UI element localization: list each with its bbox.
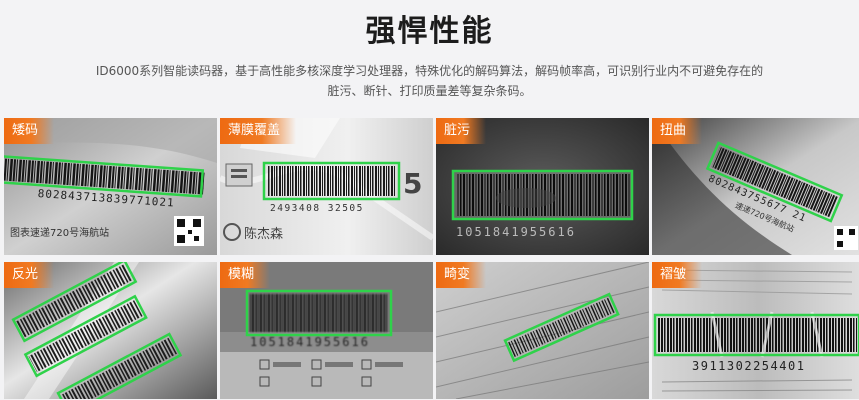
sample-card-wrinkled[interactable]: 3911302254401 褶皱 xyxy=(652,262,859,399)
card-label: 脏污 xyxy=(436,118,487,144)
section-title: 强悍性能 xyxy=(365,14,494,49)
card-label: 反光 xyxy=(4,262,55,288)
barcode-number: 1051841955616 xyxy=(456,225,576,239)
sample-card-distorted[interactable]: 802843755677 21 速递720号海航站 扭曲 xyxy=(652,118,859,255)
sample-card-dirty[interactable]: 1051841955616 脏污 xyxy=(436,118,649,255)
sample-card-blurry[interactable]: 1051841955616 模糊 xyxy=(220,262,433,399)
barcode-sample-grid: 802843713839771021 图表速递720号海航站 矮码 249340… xyxy=(4,118,859,400)
recipient-name: 陈杰森 xyxy=(244,226,283,242)
card-label: 模糊 xyxy=(220,262,271,288)
barcode-number: 1051841955616 xyxy=(250,335,370,349)
sample-card-film-covered[interactable]: 2493408 32505 5 陈杰森 薄膜覆盖 xyxy=(220,118,433,255)
card-label: 薄膜覆盖 xyxy=(220,118,297,144)
barcode-number: 3911302254401 xyxy=(692,359,805,373)
section-description: ID6000系列智能读码器，基于高性能多核深度学习处理器，特殊优化的解码算法，解… xyxy=(60,61,799,101)
sample-card-short-code[interactable]: 802843713839771021 图表速递720号海航站 矮码 xyxy=(4,118,217,255)
card-label: 扭曲 xyxy=(652,118,703,144)
sample-card-reflective[interactable]: 反光 xyxy=(4,262,217,399)
description-line-2: 脏污、断针、打印质量差等复杂条码。 xyxy=(327,84,532,98)
sample-card-warped[interactable]: 畸变 xyxy=(436,262,649,399)
card-label: 矮码 xyxy=(4,118,55,144)
package-text: 图表速递720号海航站 xyxy=(10,226,109,239)
description-line-1: ID6000系列智能读码器，基于高性能多核深度学习处理器，特殊优化的解码算法，解… xyxy=(95,64,764,78)
sorting-number: 5 xyxy=(403,167,422,200)
card-label: 褶皱 xyxy=(652,262,703,288)
card-label: 畸变 xyxy=(436,262,487,288)
barcode-number: 2493408 32505 xyxy=(270,203,364,214)
